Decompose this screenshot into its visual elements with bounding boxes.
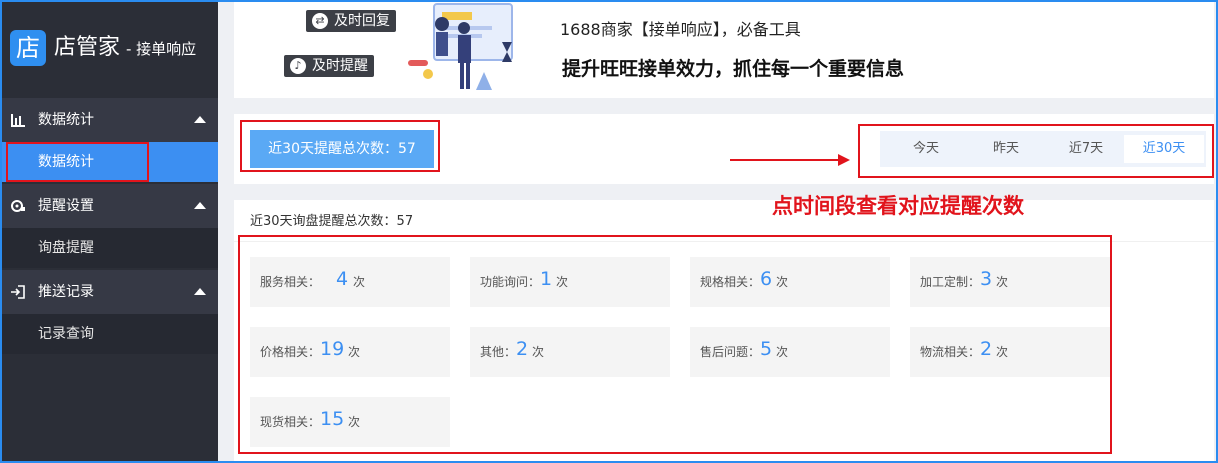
highlight-box-stat-cards: [238, 235, 1112, 454]
app-subtitle: - 接单响应: [126, 40, 197, 58]
tag-reply: ⇄ 及时回复: [306, 10, 396, 32]
annotation-arrowhead: [838, 154, 850, 166]
login-arrow-icon: [10, 284, 26, 300]
swap-icon: ⇄: [312, 13, 328, 29]
banner-illustration: [408, 3, 513, 90]
banner-slogan: 提升旺旺接单效力，抓住每一个重要信息: [562, 58, 905, 80]
sidebar: 店 店管家 - 接单响应 数据统计 数据统计 提醒设置 询盘提醒 推送记录 记录…: [2, 2, 218, 461]
sidebar-group-stats[interactable]: 数据统计: [2, 98, 218, 142]
app-window: 店 店管家 - 接单响应 数据统计 数据统计 提醒设置 询盘提醒 推送记录 记录…: [0, 0, 1218, 463]
annotation-arrow: [730, 159, 840, 161]
promo-banner: ⇄ 及时回复 ♪ 及时提醒 1688商家【接单响应】，必备工具 提升旺旺接单效力…: [234, 2, 1214, 98]
highlight-box-total: [240, 120, 440, 172]
app-name: 店管家: [54, 35, 121, 60]
chevron-up-icon: [194, 116, 206, 123]
bar-chart-icon: [10, 112, 26, 128]
inquiry-total-title: 近30天询盘提醒总次数：57: [250, 214, 414, 229]
logo-icon: 店: [10, 30, 46, 66]
tag-label: 及时回复: [334, 13, 390, 29]
chevron-up-icon: [194, 288, 206, 295]
gear-icon: [10, 198, 26, 214]
chevron-up-icon: [194, 202, 206, 209]
highlight-box-tabs: [858, 124, 1214, 178]
sidebar-group-push-records[interactable]: 推送记录: [2, 270, 218, 314]
sidebar-item-record-query[interactable]: 记录查询: [2, 314, 218, 354]
sidebar-group-label: 提醒设置: [38, 198, 94, 214]
sidebar-group-label: 数据统计: [38, 112, 94, 128]
bell-icon: ♪: [290, 58, 306, 74]
tag-label: 及时提醒: [312, 58, 368, 74]
sidebar-item-label: 询盘提醒: [38, 240, 94, 256]
sidebar-group-label: 推送记录: [38, 284, 94, 300]
logo-area: 店 店管家 - 接单响应: [2, 2, 218, 98]
annotation-note: 点时间段查看对应提醒次数: [772, 193, 1024, 218]
sidebar-item-inquiry-reminder[interactable]: 询盘提醒: [2, 228, 218, 268]
banner-headline: 1688商家【接单响应】，必备工具: [560, 20, 801, 39]
sidebar-item-label: 记录查询: [38, 326, 94, 342]
tag-reminder: ♪ 及时提醒: [284, 55, 374, 77]
sidebar-group-reminder-settings[interactable]: 提醒设置: [2, 184, 218, 228]
highlight-box-active-item: [6, 142, 149, 182]
